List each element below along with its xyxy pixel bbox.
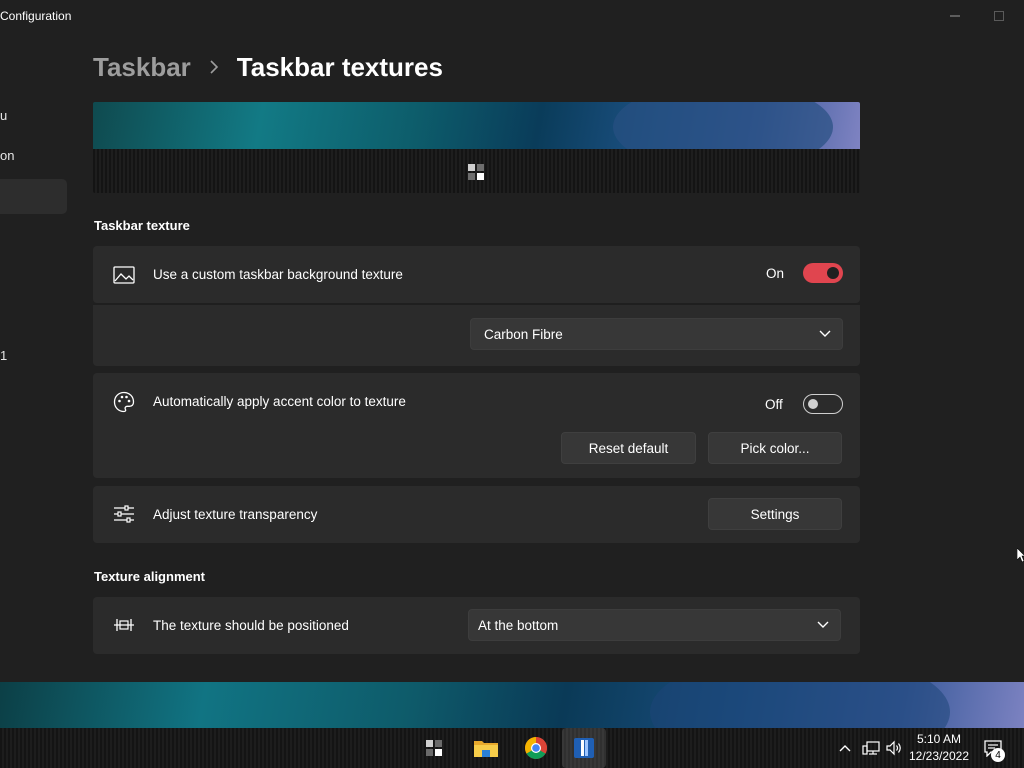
- page-title: Taskbar textures: [236, 51, 443, 82]
- custom-texture-row: Use a custom taskbar background texture …: [93, 246, 860, 303]
- accent-color-toggle[interactable]: [803, 394, 843, 414]
- toggle-knob: [808, 399, 818, 409]
- chevron-right-icon: [209, 60, 219, 74]
- taskbar: 5:10 AM 12/23/2022: [0, 728, 1024, 768]
- breadcrumb-parent[interactable]: Taskbar: [93, 52, 191, 83]
- chrome-icon: [525, 737, 547, 759]
- volume-button[interactable]: [885, 728, 903, 768]
- sidebar-item[interactable]: on: [0, 148, 14, 163]
- title-bar: Configuration: [0, 0, 1024, 32]
- start-logo-icon: [426, 740, 442, 756]
- start-button[interactable]: [412, 728, 456, 768]
- transparency-row: Adjust texture transparency Settings: [93, 486, 860, 543]
- breadcrumb: Taskbar Taskbar textures: [93, 50, 443, 84]
- start-logo-icon: [468, 164, 484, 180]
- clock-date: 12/23/2022: [908, 749, 970, 763]
- preview-wallpaper: [93, 102, 860, 172]
- texture-dropdown-value: Carbon Fibre: [484, 327, 563, 342]
- mouse-cursor-icon: [1017, 548, 1024, 562]
- pick-color-button[interactable]: Pick color...: [708, 432, 842, 464]
- tray-chevron[interactable]: [838, 728, 852, 768]
- chevron-down-icon: [819, 330, 831, 337]
- minimize-icon: [950, 15, 960, 17]
- texture-dropdown[interactable]: Carbon Fibre: [470, 318, 843, 350]
- accent-color-label: Automatically apply accent color to text…: [153, 394, 406, 409]
- sidebar-item[interactable]: u: [0, 108, 7, 123]
- notification-badge: 4: [991, 748, 1005, 762]
- sliders-icon: [113, 503, 135, 525]
- configuration-app-button[interactable]: [562, 728, 606, 768]
- sidebar-item-selected[interactable]: [0, 179, 67, 214]
- window-title: Configuration: [0, 9, 72, 23]
- volume-icon: [886, 740, 901, 756]
- transparency-settings-button[interactable]: Settings: [708, 498, 842, 530]
- align-icon: [113, 614, 135, 636]
- custom-texture-state: On: [766, 266, 785, 281]
- sidebar-item[interactable]: 1: [0, 348, 7, 363]
- position-dropdown[interactable]: At the bottom: [468, 609, 841, 641]
- chevron-up-icon: [839, 745, 851, 752]
- taskbar-clock[interactable]: 5:10 AM 12/23/2022: [904, 731, 974, 765]
- maximize-icon: [994, 11, 1004, 21]
- minimize-button[interactable]: [932, 0, 978, 32]
- toggle-knob: [827, 267, 839, 279]
- reset-default-button[interactable]: Reset default: [561, 432, 696, 464]
- image-icon: [113, 264, 135, 286]
- app-logo-icon: [574, 738, 594, 758]
- texture-select-row: Carbon Fibre: [93, 305, 860, 366]
- section-heading-texture: Taskbar texture: [94, 218, 190, 233]
- maximize-button[interactable]: [976, 0, 1022, 32]
- position-dropdown-value: At the bottom: [478, 618, 559, 633]
- network-button[interactable]: [862, 728, 880, 768]
- section-heading-alignment: Texture alignment: [94, 569, 206, 584]
- chevron-down-icon: [817, 621, 829, 628]
- palette-icon: [113, 391, 135, 413]
- custom-texture-toggle[interactable]: [803, 263, 843, 283]
- chrome-button[interactable]: [514, 728, 558, 768]
- clock-time: 5:10 AM: [916, 732, 962, 746]
- accent-color-state: Off: [765, 397, 783, 412]
- texture-preview: [93, 102, 860, 193]
- position-label: The texture should be positioned: [153, 618, 349, 633]
- network-icon: [862, 741, 880, 755]
- desktop-wallpaper: [0, 682, 1024, 728]
- file-explorer-button[interactable]: [464, 728, 508, 768]
- folder-icon: [474, 741, 498, 757]
- custom-texture-label: Use a custom taskbar background texture: [153, 267, 403, 282]
- sidebar: u on 1: [0, 32, 72, 682]
- transparency-label: Adjust texture transparency: [153, 507, 318, 522]
- position-row: The texture should be positioned At the …: [93, 597, 860, 654]
- accent-color-row: Automatically apply accent color to text…: [93, 373, 860, 478]
